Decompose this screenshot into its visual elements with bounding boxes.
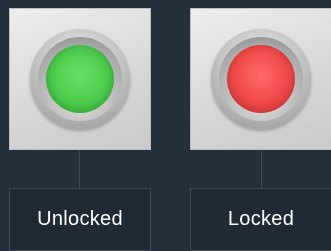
indicator-ring <box>219 37 303 121</box>
indicator-stage: Unlocked Locked <box>0 0 331 251</box>
locked-label: Locked <box>227 208 295 230</box>
connector-line-unlocked <box>79 150 80 188</box>
green-light-icon <box>46 45 114 113</box>
unlocked-label-box: Unlocked <box>9 188 151 251</box>
indicator-bezel <box>30 29 130 129</box>
indicator-ring <box>38 37 122 121</box>
connector-line-locked <box>261 150 262 188</box>
unlocked-indicator-panel <box>9 8 151 150</box>
locked-indicator-panel <box>190 8 331 150</box>
unlocked-label: Unlocked <box>37 208 123 230</box>
locked-label-box: Locked <box>190 188 331 251</box>
red-light-icon <box>227 45 295 113</box>
indicator-bezel <box>211 29 311 129</box>
